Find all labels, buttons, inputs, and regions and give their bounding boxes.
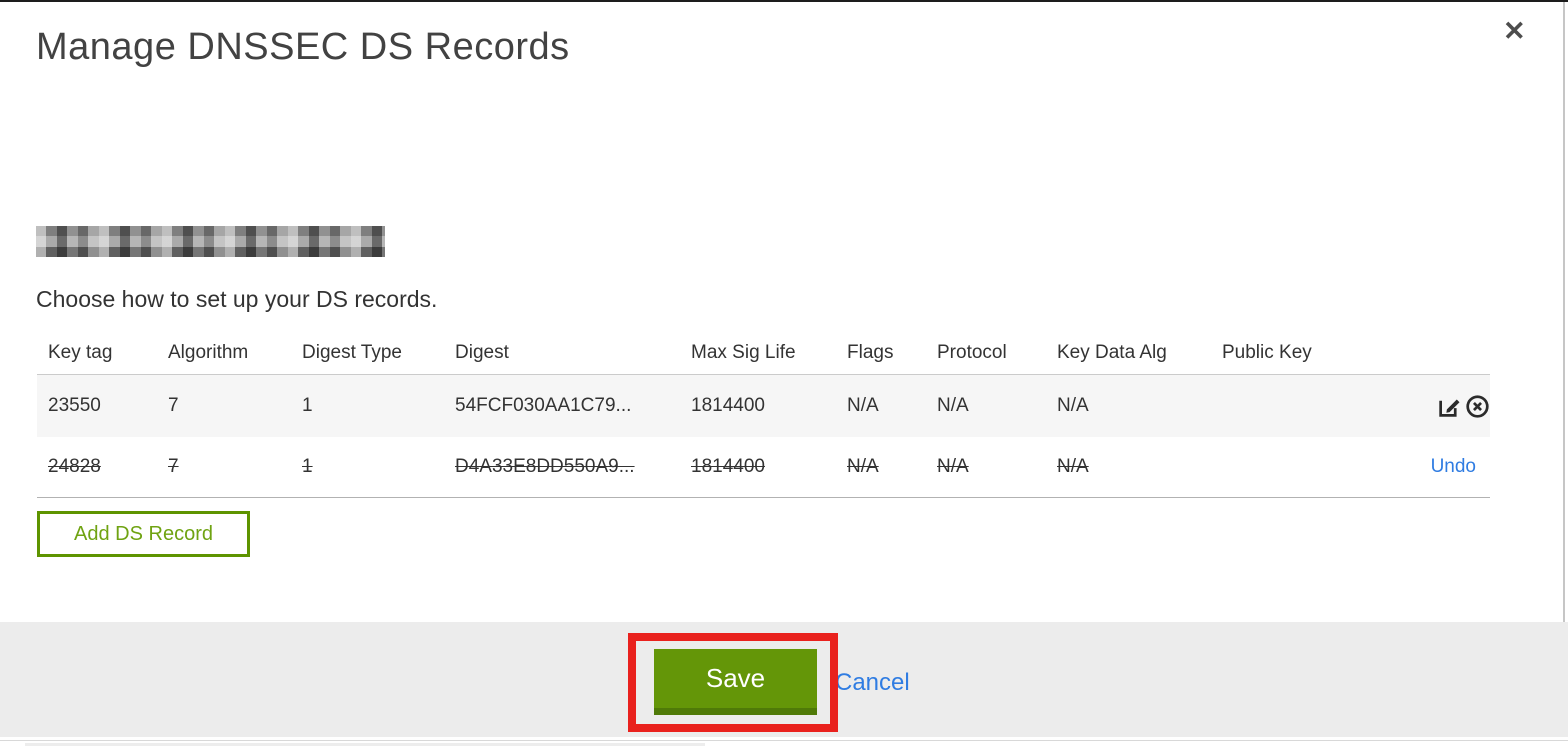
subtitle-text: Choose how to set up your DS records. (36, 286, 438, 312)
cell-key-data-alg: N/A (1057, 456, 1089, 477)
cancel-link[interactable]: Cancel (835, 669, 910, 697)
save-button[interactable]: Save (654, 649, 817, 715)
cell-digest: 54FCF030AA1C79... (455, 395, 632, 416)
window-bottom-strip (0, 737, 1568, 746)
cell-algorithm: 7 (168, 456, 179, 477)
cell-flags: N/A (847, 456, 879, 477)
close-icon[interactable]: ✕ (1503, 18, 1526, 45)
table-row: 23550 7 1 54FCF030AA1C79... 1814400 N/A … (37, 375, 1490, 437)
cell-digest: D4A33E8DD550A9... (455, 456, 635, 477)
cell-protocol: N/A (937, 456, 969, 477)
row-actions (1437, 394, 1490, 419)
column-header-public-key: Public Key (1222, 341, 1312, 363)
edit-icon[interactable] (1437, 394, 1462, 419)
add-ds-record-button[interactable]: Add DS Record (37, 511, 250, 557)
domain-name-redacted (36, 226, 385, 257)
column-header-key-tag: Key tag (48, 341, 113, 363)
column-header-flags: Flags (847, 341, 894, 363)
column-header-digest: Digest (455, 341, 509, 363)
table-header-row: Key tag Algorithm Digest Type Digest Max… (37, 331, 1490, 375)
cell-flags: N/A (847, 395, 879, 416)
table-row: 24828 7 1 D4A33E8DD550A9... 1814400 N/A … (37, 437, 1490, 498)
row-actions: Undo (1431, 456, 1490, 478)
cell-digest-type: 1 (302, 395, 313, 416)
cell-algorithm: 7 (168, 395, 179, 416)
cell-max-sig-life: 1814400 (691, 395, 765, 416)
cell-max-sig-life: 1814400 (691, 456, 765, 477)
delete-icon[interactable] (1465, 394, 1490, 419)
column-header-digest-type: Digest Type (302, 341, 402, 363)
column-header-key-data-alg: Key Data Alg (1057, 341, 1167, 363)
cell-key-data-alg: N/A (1057, 395, 1089, 416)
column-header-algorithm: Algorithm (168, 341, 249, 363)
cell-digest-type: 1 (302, 456, 313, 477)
column-header-max-sig-life: Max Sig Life (691, 341, 796, 363)
window-top-border (0, 0, 1568, 2)
undo-link[interactable]: Undo (1431, 456, 1476, 477)
page-title: Manage DNSSEC DS Records (36, 26, 570, 68)
cell-key-tag: 23550 (48, 395, 101, 416)
window-bottom-border (0, 740, 1568, 741)
cell-key-tag: 24828 (48, 456, 101, 477)
column-header-protocol: Protocol (937, 341, 1007, 363)
ds-records-table: Key tag Algorithm Digest Type Digest Max… (37, 331, 1490, 498)
cell-protocol: N/A (937, 395, 969, 416)
